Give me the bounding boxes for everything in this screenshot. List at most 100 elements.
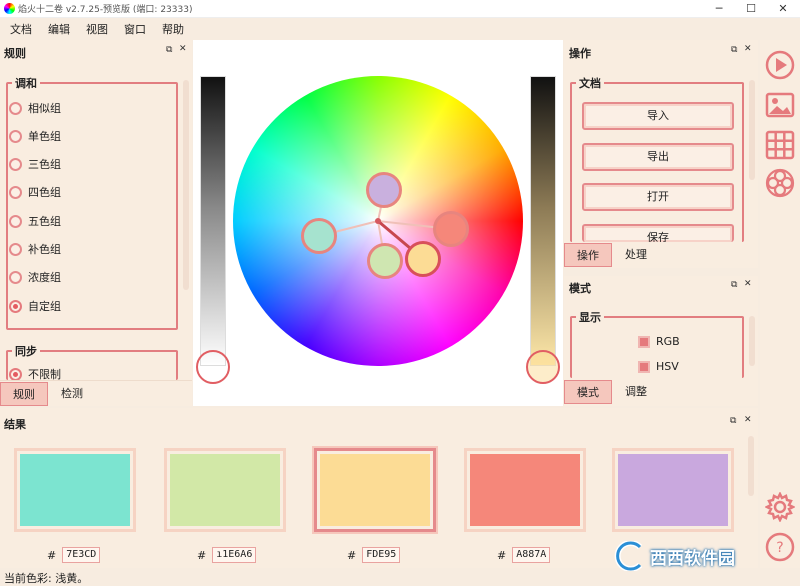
tab-process[interactable]: 处理 <box>612 243 660 267</box>
brightness-slider-knob[interactable] <box>196 350 230 384</box>
hex-row: # 7E3CD <box>47 546 101 564</box>
rules-scrollbar[interactable] <box>183 80 189 290</box>
watermark: 西西软件园 <box>612 540 782 572</box>
mode-scrollbar[interactable] <box>749 316 755 366</box>
menu-document[interactable]: 文档 <box>10 21 32 37</box>
rules-panel: 规则 ⧉ ✕ 调和 相似组 单色组 三色组 四色组 五色组 补色组 浓度组 自定… <box>0 40 192 406</box>
radio-circle-checked[interactable] <box>9 299 22 313</box>
wheel-dot-purple[interactable] <box>366 172 402 208</box>
export-button[interactable]: 导出 <box>582 143 734 171</box>
wheel-dot-green[interactable] <box>367 243 403 279</box>
float-panel-icon[interactable]: ⧉ <box>730 416 736 426</box>
color-swatch[interactable] <box>164 448 286 532</box>
radio-circle[interactable] <box>9 185 22 199</box>
maximize-button[interactable]: ☐ <box>740 1 762 17</box>
radio-custom[interactable]: 自定组 <box>9 297 61 315</box>
hex-input[interactable]: FDE95 <box>362 547 401 563</box>
swatch-fill[interactable] <box>320 454 430 526</box>
color-swatch[interactable] <box>612 448 734 532</box>
close-panel-icon[interactable]: ✕ <box>744 44 752 54</box>
results-panel-title: 结果 <box>4 418 26 431</box>
wheel-dot-yellow-selected[interactable] <box>405 241 441 277</box>
side-toolbar: ? <box>760 40 800 586</box>
close-panel-icon[interactable]: ✕ <box>744 415 752 425</box>
watermark-logo-icon <box>614 541 643 571</box>
hex-row: # A887A <box>497 546 551 564</box>
operations-scrollbar[interactable] <box>749 80 755 180</box>
hex-input[interactable]: 7E3CD <box>62 547 101 563</box>
wheel-center-point <box>375 218 381 224</box>
color-swatch-selected[interactable] <box>314 448 436 532</box>
radio-triad[interactable]: 三色组 <box>9 155 61 173</box>
radio-circle[interactable] <box>9 157 22 171</box>
mode-tabbar: 模式 调整 <box>564 379 758 406</box>
color-swatch[interactable] <box>464 448 586 532</box>
radio-pentad[interactable]: 五色组 <box>9 212 61 230</box>
mode-panel: 模式 ⧉ ✕ 显示 RGB HSV 模式 调整 <box>564 276 758 406</box>
tab-rules[interactable]: 规则 <box>0 382 48 406</box>
swatch-fill[interactable] <box>20 454 130 526</box>
checkbox-rgb[interactable]: RGB <box>638 335 680 348</box>
hex-input[interactable]: ı1E6A6 <box>212 547 257 563</box>
grid-icon[interactable] <box>765 130 795 160</box>
radio-circle[interactable] <box>9 270 22 284</box>
hex-input[interactable]: A887A <box>512 547 551 563</box>
saturation-slider[interactable] <box>530 76 556 366</box>
wheel-connector-lines <box>318 187 452 262</box>
radio-analogous[interactable]: 相似组 <box>9 99 61 117</box>
checkbox-hsv[interactable]: HSV <box>638 360 679 373</box>
open-button[interactable]: 打开 <box>582 183 734 211</box>
tab-adjust[interactable]: 调整 <box>612 380 660 404</box>
document-group-title: 文档 <box>576 75 604 91</box>
harmony-options: 相似组 单色组 三色组 四色组 五色组 补色组 浓度组 自定组 <box>0 40 190 380</box>
menu-window[interactable]: 窗口 <box>124 21 146 37</box>
color-swatch[interactable] <box>14 448 136 532</box>
tab-detect[interactable]: 检测 <box>48 382 96 406</box>
status-text: 当前色彩: 浅黄。 <box>4 572 89 585</box>
swatch-fill[interactable] <box>618 454 728 526</box>
menu-view[interactable]: 视图 <box>86 21 108 37</box>
wheel-dot-red[interactable] <box>433 211 469 247</box>
radio-circle[interactable] <box>9 101 22 115</box>
radio-circle[interactable] <box>9 242 22 256</box>
radio-label: 五色组 <box>28 215 61 228</box>
import-button[interactable]: 导入 <box>582 102 734 130</box>
radio-monochrome[interactable]: 单色组 <box>9 127 61 145</box>
hex-row: # FDE95 <box>347 546 401 564</box>
operations-panel-title: 操作 <box>569 47 591 60</box>
swatch-fill[interactable] <box>170 454 280 526</box>
circles-icon[interactable] <box>765 168 795 198</box>
radio-circle-checked[interactable] <box>9 367 22 381</box>
results-scrollbar[interactable] <box>748 436 754 496</box>
operations-tabbar: 操作 处理 <box>564 242 758 268</box>
radio-circle[interactable] <box>9 129 22 143</box>
app-logo-icon <box>4 3 15 14</box>
float-panel-icon[interactable]: ⧉ <box>731 45 737 55</box>
float-panel-icon[interactable]: ⧉ <box>731 280 737 290</box>
tab-mode[interactable]: 模式 <box>564 380 612 404</box>
minimize-button[interactable]: ─ <box>708 1 730 17</box>
wheel-dot-cyan[interactable] <box>301 218 337 254</box>
radio-complementary[interactable]: 补色组 <box>9 240 61 258</box>
radio-tetrad[interactable]: 四色组 <box>9 183 61 201</box>
checkbox-box[interactable] <box>638 360 650 373</box>
menu-edit[interactable]: 编辑 <box>48 21 70 37</box>
saturation-slider-knob[interactable] <box>526 350 560 384</box>
close-button[interactable]: ✕ <box>772 1 794 17</box>
gear-icon[interactable] <box>765 492 795 522</box>
tab-operations[interactable]: 操作 <box>564 243 612 267</box>
rules-tabbar: 规则 检测 <box>0 380 192 406</box>
radio-shade[interactable]: 浓度组 <box>9 268 61 286</box>
radio-circle[interactable] <box>9 214 22 228</box>
mode-panel-title: 模式 <box>569 282 591 295</box>
hash-symbol: # <box>347 548 357 562</box>
close-panel-icon[interactable]: ✕ <box>744 279 752 289</box>
brightness-slider[interactable] <box>200 76 226 366</box>
menu-help[interactable]: 帮助 <box>162 21 184 37</box>
swatch-fill[interactable] <box>470 454 580 526</box>
checkbox-box[interactable] <box>638 335 650 348</box>
image-icon[interactable] <box>765 90 795 120</box>
display-group-title: 显示 <box>576 309 604 325</box>
triangle-palette-icon[interactable] <box>765 50 795 80</box>
save-button[interactable]: 保存 <box>582 224 734 242</box>
